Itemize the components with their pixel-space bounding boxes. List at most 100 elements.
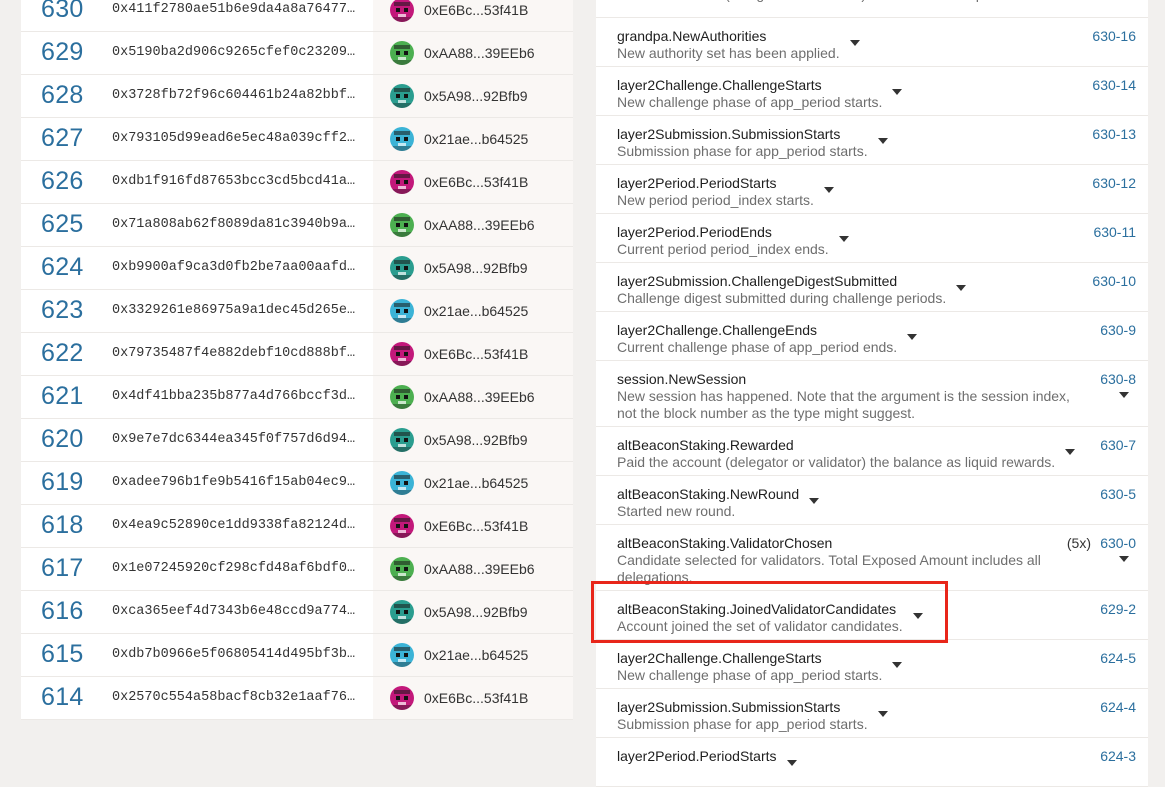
- green-robot-icon[interactable]: [390, 213, 414, 237]
- chevron-down-icon[interactable]: [956, 285, 967, 291]
- magenta-robot-icon[interactable]: [390, 514, 414, 538]
- author-address[interactable]: 0xAA88...39EEb6: [424, 561, 535, 577]
- cyan-robot-icon[interactable]: [390, 127, 414, 151]
- chevron-down-icon[interactable]: [823, 187, 834, 193]
- event-row[interactable]: layer2Challenge.ChallengeEnds Current cha…: [596, 312, 1148, 361]
- event-id-link[interactable]: 630-13: [1092, 126, 1136, 142]
- teal-robot-icon[interactable]: [390, 256, 414, 280]
- block-number-link[interactable]: 627: [41, 124, 84, 153]
- chevron-down-icon[interactable]: [838, 236, 849, 242]
- teal-robot-icon[interactable]: [390, 84, 414, 108]
- event-row[interactable]: layer2Submission.ChallengeDigestSubmitte…: [596, 263, 1148, 312]
- block-number-link[interactable]: 622: [41, 339, 84, 368]
- block-number-link[interactable]: 623: [41, 296, 84, 325]
- event-row[interactable]: altBeaconStaking.Rewarded Paid the accoun…: [596, 427, 1148, 476]
- block-number-link[interactable]: 624: [41, 253, 84, 282]
- block-number-link[interactable]: 628: [41, 81, 84, 110]
- author-address[interactable]: 0x5A98...92Bfb9: [424, 604, 528, 620]
- event-row[interactable]: layer2Submission.SubmissionStarts Submiss…: [596, 116, 1148, 165]
- block-hash: 0xdb1f916fd87653bcc3cd5bcd41af9...: [112, 174, 357, 189]
- event-row[interactable]: grandpa.NewAuthorities New authority set …: [596, 18, 1148, 67]
- author-address[interactable]: 0xAA88...39EEb6: [424, 45, 535, 61]
- block-number-link[interactable]: 626: [41, 167, 84, 196]
- cyan-robot-icon[interactable]: [390, 643, 414, 667]
- author-address[interactable]: 0xE6Bc...53f41B: [424, 690, 528, 706]
- magenta-robot-icon[interactable]: [390, 170, 414, 194]
- chevron-down-icon[interactable]: [786, 760, 797, 766]
- block-number-link[interactable]: 630: [41, 0, 84, 24]
- teal-robot-icon[interactable]: [390, 600, 414, 624]
- cyan-robot-icon[interactable]: [390, 299, 414, 323]
- event-row[interactable]: layer2Period.PeriodStarts New period peri…: [596, 165, 1148, 214]
- author-address[interactable]: 0x21ae...b64525: [424, 131, 528, 147]
- event-id-link[interactable]: 624-5: [1100, 650, 1136, 666]
- chevron-down-icon[interactable]: [877, 711, 888, 717]
- chevron-down-icon[interactable]: [1119, 392, 1129, 398]
- event-id-link[interactable]: 624-3: [1100, 748, 1136, 764]
- teal-robot-icon[interactable]: [390, 428, 414, 452]
- event-id-link[interactable]: 630-12: [1092, 175, 1136, 191]
- block-number-link[interactable]: 621: [41, 382, 84, 411]
- author-address[interactable]: 0x5A98...92Bfb9: [424, 88, 528, 104]
- magenta-robot-icon[interactable]: [390, 342, 414, 366]
- block-number-link[interactable]: 615: [41, 640, 84, 669]
- author-address[interactable]: 0xE6Bc...53f41B: [424, 346, 528, 362]
- block-number-link[interactable]: 619: [41, 468, 84, 497]
- event-row[interactable]: layer2Challenge.ChallengeStarts New chall…: [596, 640, 1148, 689]
- event-id-link[interactable]: 624-4: [1100, 699, 1136, 715]
- event-id-link[interactable]: 630-8: [1100, 371, 1136, 387]
- author-address[interactable]: 0xE6Bc...53f41B: [424, 2, 528, 18]
- magenta-robot-icon[interactable]: [390, 0, 414, 22]
- event-id-link[interactable]: 630-14: [1092, 77, 1136, 93]
- event-row[interactable]: layer2Period.PeriodStarts 624-3: [596, 738, 1148, 787]
- block-number-link[interactable]: 617: [41, 554, 84, 583]
- event-id-link[interactable]: 630-0: [1100, 535, 1136, 551]
- event-id-link[interactable]: 630-10: [1092, 273, 1136, 289]
- event-row[interactable]: Paid the account (delegator or validator…: [596, 0, 1148, 18]
- author-address[interactable]: 0x5A98...92Bfb9: [424, 260, 528, 276]
- block-row: 616 0xca365eef4d7343b6e48ccd9a774f3... 0x5…: [21, 591, 573, 634]
- block-number-link[interactable]: 625: [41, 210, 84, 239]
- event-id-link[interactable]: 630-16: [1092, 28, 1136, 44]
- event-id-link[interactable]: 630-7: [1100, 437, 1136, 453]
- event-id-link[interactable]: 630-11: [1093, 224, 1136, 240]
- chevron-down-icon[interactable]: [912, 613, 923, 619]
- author-address[interactable]: 0xE6Bc...53f41B: [424, 174, 528, 190]
- author-address[interactable]: 0xE6Bc...53f41B: [424, 518, 528, 534]
- chevron-down-icon[interactable]: [877, 138, 888, 144]
- event-row[interactable]: altBeaconStaking.JoinedValidatorCandidat…: [596, 591, 1148, 640]
- chevron-down-icon[interactable]: [892, 662, 903, 668]
- author-address[interactable]: 0x21ae...b64525: [424, 303, 528, 319]
- green-robot-icon[interactable]: [390, 385, 414, 409]
- block-number-link[interactable]: 629: [41, 38, 84, 67]
- event-row[interactable]: layer2Period.PeriodEnds Current period pe…: [596, 214, 1148, 263]
- block-number-link[interactable]: 616: [41, 597, 84, 626]
- event-row[interactable]: altBeaconStaking.NewRound Started new rou…: [596, 476, 1148, 525]
- event-row[interactable]: layer2Submission.SubmissionStarts Submiss…: [596, 689, 1148, 738]
- event-id-link[interactable]: 630-5: [1100, 486, 1136, 502]
- author-address[interactable]: 0x5A98...92Bfb9: [424, 432, 528, 448]
- chevron-down-icon[interactable]: [892, 89, 903, 95]
- chevron-down-icon[interactable]: [849, 40, 860, 46]
- chevron-down-icon[interactable]: [1119, 556, 1129, 562]
- chevron-down-icon[interactable]: [1065, 449, 1076, 455]
- event-id-link[interactable]: 629-2: [1100, 601, 1136, 617]
- block-number-link[interactable]: 614: [41, 683, 84, 712]
- cyan-robot-icon[interactable]: [390, 471, 414, 495]
- chevron-down-icon[interactable]: [907, 334, 918, 340]
- magenta-robot-icon[interactable]: [390, 686, 414, 710]
- author-address[interactable]: 0x21ae...b64525: [424, 647, 528, 663]
- chevron-down-icon[interactable]: [809, 498, 820, 504]
- block-number-link[interactable]: 618: [41, 511, 84, 540]
- author-address[interactable]: 0xAA88...39EEb6: [424, 389, 535, 405]
- block-number-link[interactable]: 620: [41, 425, 84, 454]
- author-address[interactable]: 0x21ae...b64525: [424, 475, 528, 491]
- event-id-link[interactable]: 630-9: [1100, 322, 1136, 338]
- green-robot-icon[interactable]: [390, 557, 414, 581]
- green-robot-icon[interactable]: [390, 41, 414, 65]
- author-address[interactable]: 0xAA88...39EEb6: [424, 217, 535, 233]
- event-row[interactable]: altBeaconStaking.ValidatorChosen Candidat…: [596, 525, 1148, 591]
- event-row[interactable]: session.NewSession New session has happen…: [596, 361, 1148, 427]
- event-row[interactable]: layer2Challenge.ChallengeStarts New chall…: [596, 67, 1148, 116]
- block-author: 0xE6Bc...53f41B: [373, 505, 573, 547]
